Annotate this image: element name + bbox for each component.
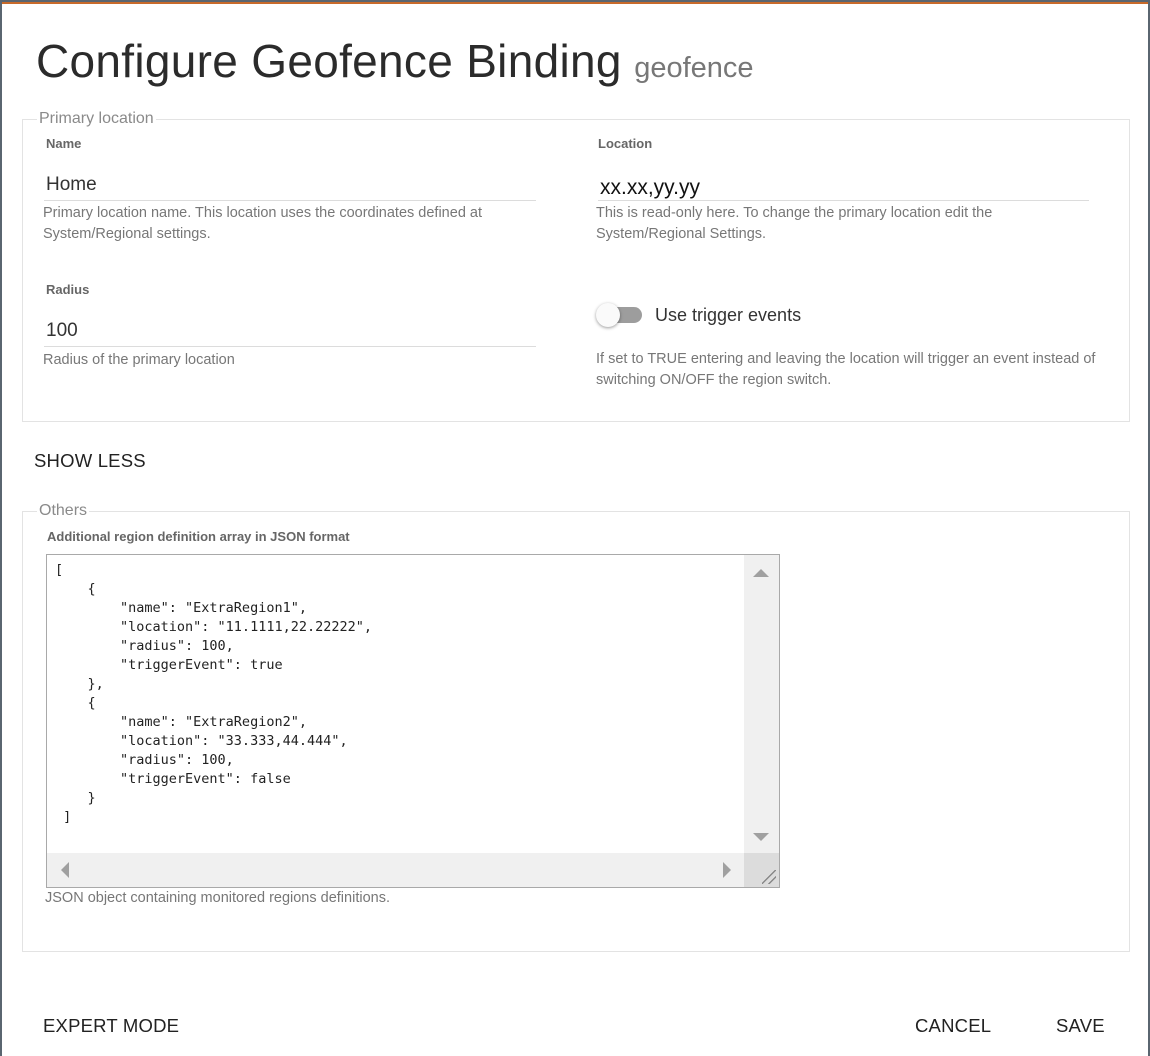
horizontal-scrollbar[interactable] <box>47 853 745 887</box>
trigger-events-help: If set to TRUE entering and leaving the … <box>596 351 1096 388</box>
dialog: Configure Geofence Binding geofence Prim… <box>2 2 1148 1056</box>
expert-mode-button[interactable]: EXPERT MODE <box>43 1015 179 1037</box>
json-field-label: Additional region definition array in JS… <box>47 528 350 546</box>
name-input[interactable] <box>44 169 536 201</box>
scroll-right-icon[interactable] <box>723 862 731 878</box>
resize-handle[interactable] <box>744 853 779 887</box>
trigger-events-toggle[interactable] <box>596 303 644 327</box>
location-field-label: Location <box>598 135 652 153</box>
name-field-label: Name <box>46 135 81 153</box>
name-label: Name <box>46 136 82 151</box>
dialog-subtitle: geofence <box>634 52 754 84</box>
radius-label: Radius <box>46 282 90 297</box>
radius-field-label: Radius <box>46 281 89 299</box>
radius-input[interactable] <box>44 315 536 347</box>
json-help: JSON object containing monitored regions… <box>45 890 390 906</box>
radius-help: Radius of the primary location <box>43 352 235 368</box>
location-input[interactable] <box>598 175 1089 201</box>
primary-location-legend: Primary location <box>39 110 154 127</box>
location-help: This is read-only here. To change the pr… <box>596 205 993 242</box>
show-less-button[interactable]: SHOW LESS <box>34 450 146 472</box>
others-legend: Others <box>39 502 88 519</box>
cancel-button[interactable]: CANCEL <box>915 1015 991 1037</box>
json-textarea[interactable]: [ { "name": "ExtraRegion1", "location": … <box>46 554 780 888</box>
save-button[interactable]: SAVE <box>1056 1015 1105 1037</box>
toggle-knob <box>596 303 620 327</box>
trigger-events-label: Use trigger events <box>655 305 802 325</box>
scroll-down-icon[interactable] <box>753 833 769 841</box>
json-text[interactable]: [ { "name": "ExtraRegion1", "location": … <box>47 555 745 853</box>
vertical-scrollbar[interactable] <box>744 555 779 853</box>
resize-grip-icon <box>762 870 776 884</box>
scroll-up-icon[interactable] <box>753 569 769 577</box>
name-help: Primary location name. This location use… <box>43 205 483 242</box>
location-label: Location <box>598 136 653 151</box>
scroll-left-icon[interactable] <box>61 862 69 878</box>
json-label: Additional region definition array in JS… <box>47 529 350 544</box>
dialog-header: Configure Geofence Binding geofence <box>36 34 754 88</box>
dialog-title: Configure Geofence Binding <box>36 35 622 87</box>
